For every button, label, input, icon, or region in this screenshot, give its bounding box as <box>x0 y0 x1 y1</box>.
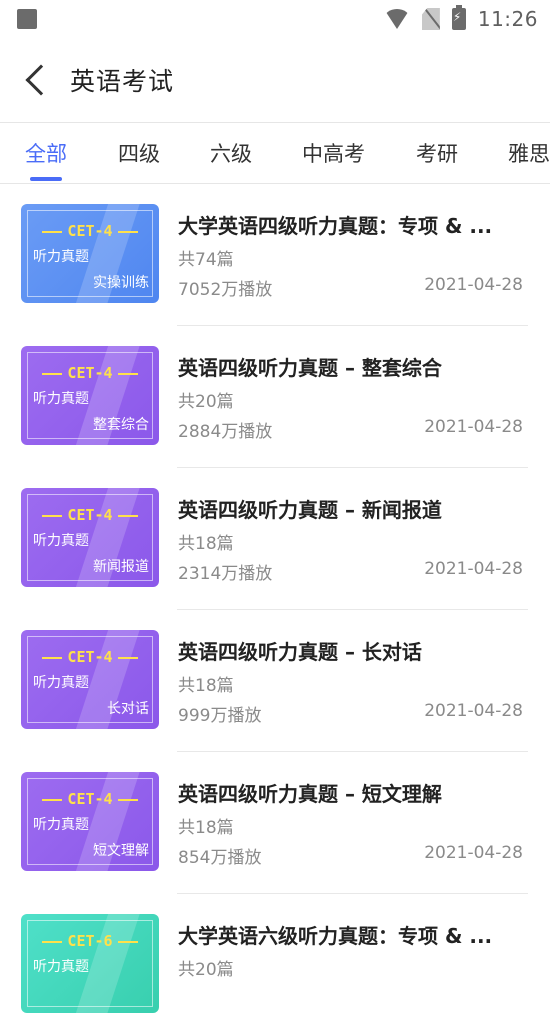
cover-badge: CET-4 <box>21 648 159 666</box>
no-sim-icon <box>421 8 440 30</box>
album-title: 大学英语六级听力真题：专项 & ... <box>178 924 493 948</box>
tab-ielts[interactable]: 雅思 <box>508 138 550 168</box>
play-count: 854万播放 <box>178 848 262 868</box>
list-item[interactable]: CET-4 听力真题 短文理解 英语四级听力真题 – 短文理解 共18篇 854… <box>0 752 550 894</box>
episode-count: 共20篇 <box>178 960 234 980</box>
cover-line2: 整套综合 <box>93 417 149 433</box>
episode-count: 共18篇 <box>178 818 234 838</box>
cover-line1: 听力真题 <box>33 391 89 407</box>
update-date: 2021-04-28 <box>424 701 523 721</box>
cover-line1: 听力真题 <box>33 675 89 691</box>
cover-line1: 听力真题 <box>33 533 89 549</box>
play-count: 999万播放 <box>178 706 262 726</box>
battery-charging-icon <box>451 5 466 30</box>
album-title: 英语四级听力真题 – 长对话 <box>178 640 422 664</box>
page-title: 英语考试 <box>70 67 175 96</box>
list-item[interactable]: CET-4 听力真题 长对话 英语四级听力真题 – 长对话 共18篇 999万播… <box>0 610 550 752</box>
episode-count: 共20篇 <box>178 392 234 412</box>
episode-count: 共18篇 <box>178 534 234 554</box>
album-cover: CET-4 听力真题 整套综合 <box>21 346 159 445</box>
wifi-icon <box>383 9 410 29</box>
album-list: CET-4 听力真题 实操训练 大学英语四级听力真题：专项 & ... 共74篇… <box>0 184 550 1036</box>
app-header: 英语考试 <box>0 38 550 122</box>
update-date: 2021-04-28 <box>424 417 523 437</box>
album-title: 英语四级听力真题 – 新闻报道 <box>178 498 442 522</box>
tab-gaokao[interactable]: 中高考 <box>302 138 365 168</box>
tab-kaoyan[interactable]: 考研 <box>416 138 458 168</box>
update-date: 2021-04-28 <box>424 275 523 295</box>
update-date: 2021-04-28 <box>424 559 523 579</box>
update-date: 2021-04-28 <box>424 843 523 863</box>
cover-badge: CET-4 <box>21 364 159 382</box>
cover-line2: 新闻报道 <box>93 559 149 575</box>
cover-badge: CET-4 <box>21 506 159 524</box>
tab-cet6[interactable]: 六级 <box>210 138 252 168</box>
album-title: 英语四级听力真题 – 整套综合 <box>178 356 442 380</box>
status-time: 11:26 <box>477 7 538 31</box>
list-item[interactable]: CET-4 听力真题 整套综合 英语四级听力真题 – 整套综合 共20篇 288… <box>0 326 550 468</box>
cover-line2: 短文理解 <box>93 843 149 859</box>
episode-count: 共74篇 <box>178 250 234 270</box>
cover-badge: CET-4 <box>21 222 159 240</box>
play-count: 2314万播放 <box>178 564 273 584</box>
status-icons: 11:26 <box>383 5 538 31</box>
album-title: 大学英语四级听力真题：专项 & ... <box>178 214 493 238</box>
cover-line2: 实操训练 <box>93 275 149 291</box>
cover-badge: CET-6 <box>21 932 159 950</box>
tab-cet4[interactable]: 四级 <box>118 138 160 168</box>
album-cover: CET-4 听力真题 短文理解 <box>21 772 159 871</box>
episode-count: 共18篇 <box>178 676 234 696</box>
album-title: 英语四级听力真题 – 短文理解 <box>178 782 442 806</box>
notification-icon <box>17 9 37 29</box>
cover-line1: 听力真题 <box>33 817 89 833</box>
tab-all[interactable]: 全部 <box>25 138 67 168</box>
album-cover: CET-4 听力真题 实操训练 <box>21 204 159 303</box>
category-tabs: 全部 四级 六级 中高考 考研 雅思 <box>0 123 550 183</box>
cover-line2: 长对话 <box>107 701 149 717</box>
album-cover: CET-4 听力真题 长对话 <box>21 630 159 729</box>
list-item[interactable]: CET-4 听力真题 实操训练 大学英语四级听力真题：专项 & ... 共74篇… <box>0 184 550 326</box>
cover-badge: CET-4 <box>21 790 159 808</box>
play-count: 7052万播放 <box>178 280 273 300</box>
cover-line1: 听力真题 <box>33 249 89 265</box>
album-cover: CET-4 听力真题 新闻报道 <box>21 488 159 587</box>
back-icon[interactable] <box>25 64 57 96</box>
cover-line1: 听力真题 <box>33 959 89 975</box>
list-item[interactable]: CET-4 听力真题 新闻报道 英语四级听力真题 – 新闻报道 共18篇 231… <box>0 468 550 610</box>
status-bar: 11:26 <box>0 0 550 38</box>
play-count: 2884万播放 <box>178 422 273 442</box>
list-item[interactable]: CET-6 听力真题 大学英语六级听力真题：专项 & ... 共20篇 <box>0 894 550 1036</box>
album-cover: CET-6 听力真题 <box>21 914 159 1013</box>
